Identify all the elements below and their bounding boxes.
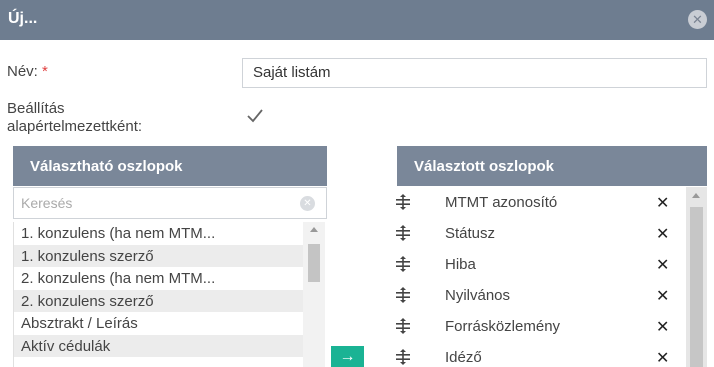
available-columns-list: 1. konzulens (ha nem MTM... 1. konzulens … bbox=[13, 222, 327, 367]
available-list-scrollbar[interactable] bbox=[303, 222, 325, 367]
selected-column-row[interactable]: Idéző ✕ bbox=[386, 342, 686, 367]
scrollbar-thumb[interactable] bbox=[308, 244, 320, 282]
drag-handle-icon[interactable] bbox=[396, 349, 410, 365]
list-item[interactable]: 2. konzulens szerző bbox=[14, 289, 304, 312]
name-input[interactable]: Saját listám bbox=[242, 58, 707, 88]
selected-column-label: Státusz bbox=[445, 225, 496, 242]
drag-handle-icon[interactable] bbox=[396, 287, 410, 303]
selected-column-label: Hiba bbox=[445, 256, 476, 273]
scroll-up-icon[interactable] bbox=[310, 227, 318, 232]
drag-handle-icon[interactable] bbox=[396, 194, 410, 210]
close-icon[interactable]: ✕ bbox=[688, 10, 707, 29]
list-item[interactable]: Absztrakt / Leírás bbox=[14, 312, 304, 335]
drag-handle-icon[interactable] bbox=[396, 318, 410, 334]
remove-icon[interactable]: ✕ bbox=[656, 317, 669, 337]
remove-icon[interactable]: ✕ bbox=[656, 193, 669, 213]
drag-handle-icon[interactable] bbox=[396, 256, 410, 272]
selected-column-row[interactable]: Státusz ✕ bbox=[386, 218, 686, 249]
default-checkbox[interactable] bbox=[246, 107, 264, 125]
default-label: Beállítás alapértelmezettként: bbox=[7, 100, 143, 135]
remove-icon[interactable]: ✕ bbox=[656, 286, 669, 306]
selected-column-label: Nyilvános bbox=[445, 287, 511, 304]
scrollbar-thumb[interactable] bbox=[690, 207, 703, 367]
search-placeholder: Keresés bbox=[21, 195, 73, 211]
remove-icon[interactable]: ✕ bbox=[656, 255, 669, 275]
list-item[interactable]: 2. konzulens (ha nem MTM... bbox=[14, 267, 304, 290]
scroll-up-icon[interactable] bbox=[692, 193, 700, 198]
search-input[interactable]: Keresés ✕ bbox=[13, 187, 327, 219]
dialog-title: Új... bbox=[8, 10, 38, 27]
clear-search-icon[interactable]: ✕ bbox=[300, 196, 315, 211]
remove-icon[interactable]: ✕ bbox=[656, 224, 669, 244]
required-marker: * bbox=[42, 63, 48, 80]
selected-columns-header: Választott oszlopok bbox=[397, 146, 707, 186]
list-item[interactable]: Aktív cédulák bbox=[14, 334, 304, 357]
selected-column-row[interactable]: Nyilvános ✕ bbox=[386, 280, 686, 311]
move-right-button[interactable]: → bbox=[331, 346, 364, 367]
drag-handle-icon[interactable] bbox=[396, 225, 410, 241]
selected-column-label: MTMT azonosító bbox=[445, 194, 558, 211]
selected-column-label: Idéző bbox=[445, 349, 482, 366]
selected-columns-list: MTMT azonosító ✕ Státusz ✕ Hiba ✕ Nyilvános ✕ Fo… bbox=[386, 187, 686, 367]
selected-column-row[interactable]: Forrásközlemény ✕ bbox=[386, 311, 686, 342]
list-item[interactable]: 1. konzulens szerző bbox=[14, 244, 304, 267]
selected-column-label: Forrásközlemény bbox=[445, 318, 561, 335]
selected-list-scrollbar[interactable] bbox=[686, 187, 707, 367]
name-label: Név: * bbox=[7, 63, 48, 80]
selected-column-row[interactable]: MTMT azonosító ✕ bbox=[386, 187, 686, 218]
available-columns-header: Választható oszlopok bbox=[13, 146, 327, 186]
remove-icon[interactable]: ✕ bbox=[656, 348, 669, 367]
dialog-titlebar: Új... ✕ bbox=[0, 0, 714, 40]
list-item[interactable]: 1. konzulens (ha nem MTM... bbox=[14, 222, 304, 245]
selected-column-row[interactable]: Hiba ✕ bbox=[386, 249, 686, 280]
